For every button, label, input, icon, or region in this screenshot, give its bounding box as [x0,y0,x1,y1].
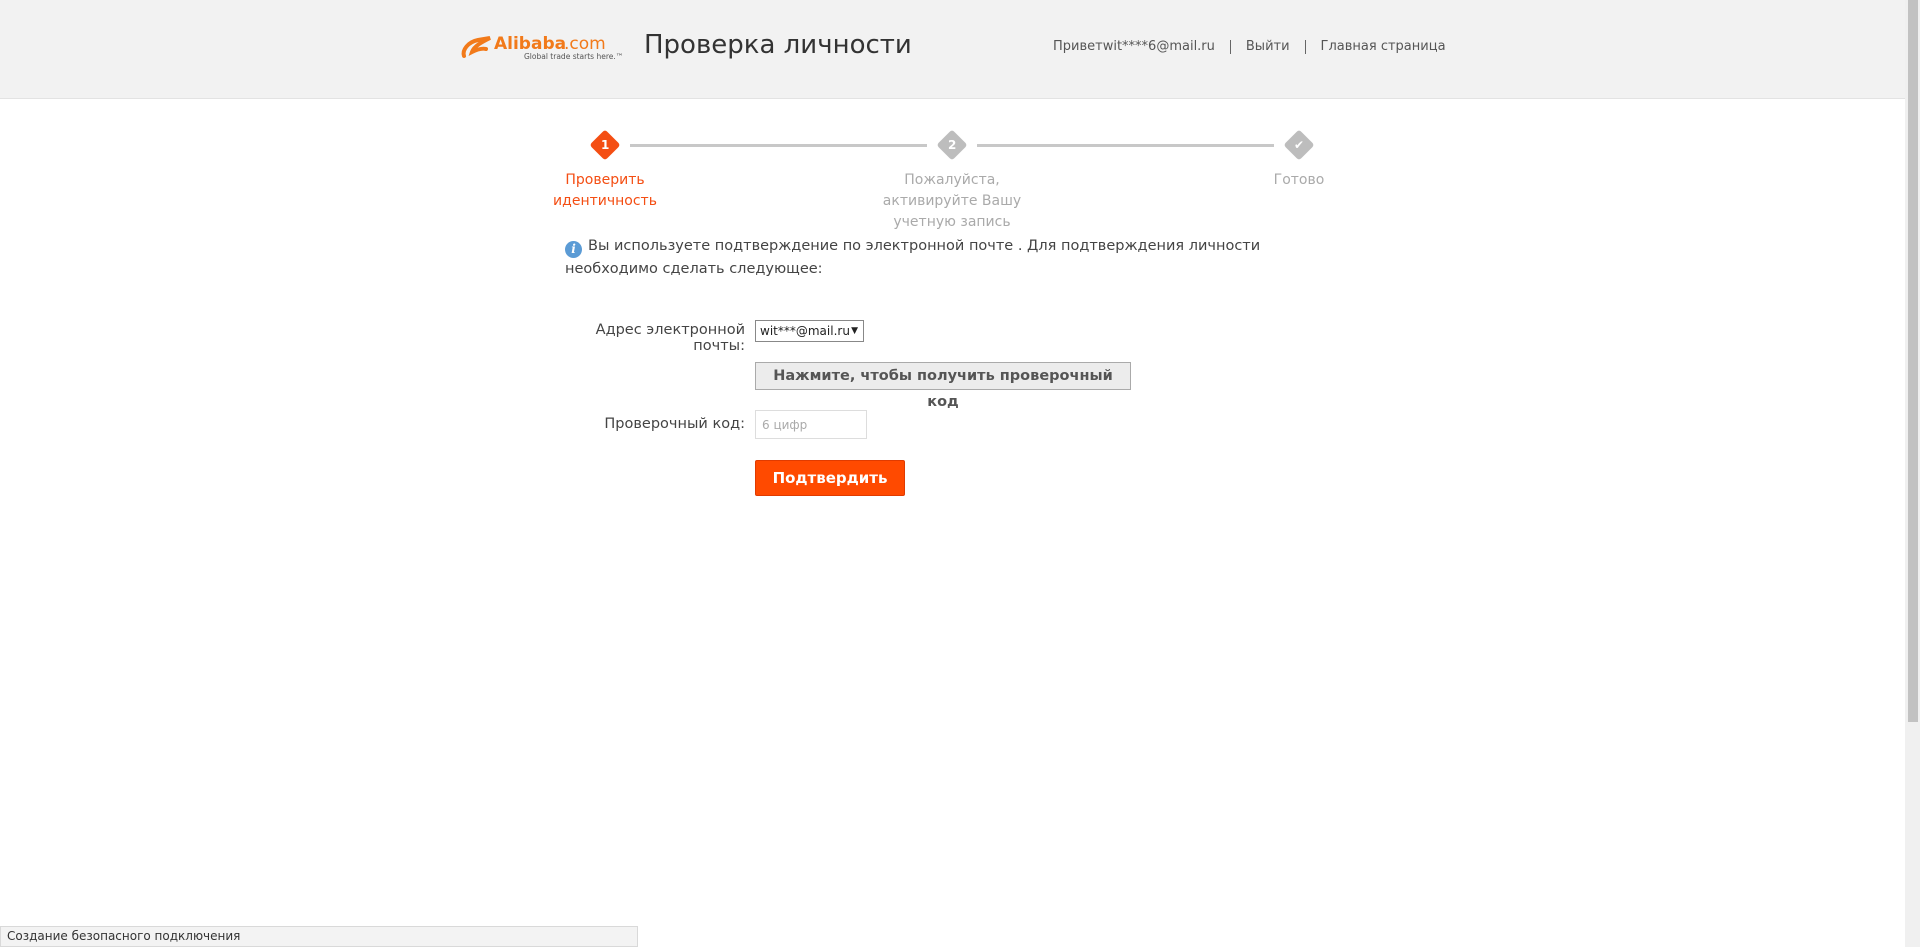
alibaba-logo[interactable]: Alibaba .com Global trade starts here.™ [460,30,630,64]
step-1-label: Проверить идентичность [553,172,657,209]
dropdown-arrow-icon: ▼ [851,326,858,336]
svg-text:Global trade starts here.™: Global trade starts here.™ [524,52,623,61]
divider [1229,39,1231,54]
confirm-button[interactable]: Подтвердить [755,460,905,496]
step-done: ✔ Готово [1229,128,1369,191]
home-link[interactable]: Главная страница [1321,39,1446,54]
verification-code-input[interactable] [755,410,867,439]
vertical-scrollbar[interactable] [1905,0,1920,947]
divider [1304,39,1306,54]
email-label: Адрес электронной почты: [595,322,745,354]
page-header: Alibaba .com Global trade starts here.™ … [0,0,1905,99]
svg-text:Alibaba: Alibaba [494,34,566,54]
greeting-link[interactable]: Приветwit****6@mail.ru [1053,39,1215,54]
step-verify-identity: 1 Проверить идентичность [535,128,675,212]
step-activate-account: 2 Пожалуйста, активируйте Вашу учетную з… [882,128,1022,233]
svg-text:.com: .com [564,34,606,54]
info-icon: i [565,241,582,258]
top-links: Приветwit****6@mail.ru Выйти Главная стр… [1053,39,1446,54]
scrollbar-thumb[interactable] [1908,0,1918,722]
code-label: Проверочный код: [604,416,745,432]
browser-status-bar: Создание безопасного подключения [0,926,638,947]
step-2-label: Пожалуйста, активируйте Вашу учетную зап… [882,172,1022,230]
step-3-label: Готово [1273,172,1325,188]
notice-text: Вы используете подтверждение по электрон… [565,238,1261,277]
page-title: Проверка личности [644,30,912,60]
step-2-marker: 2 [936,129,968,161]
email-select[interactable]: wit***@mail.ru ▼ [755,320,864,342]
get-code-button[interactable]: Нажмите, чтобы получить проверочный код [755,362,1131,410]
email-select-value: wit***@mail.ru [760,324,850,338]
progress-steps: 1 Проверить идентичность 2 Пожалуйста, а… [540,128,1324,230]
step-1-marker: 1 [589,129,621,161]
step-3-check-icon: ✔ [1283,129,1315,161]
logout-link[interactable]: Выйти [1246,39,1290,54]
info-notice: i Вы используете подтверждение по электро… [565,235,1310,280]
